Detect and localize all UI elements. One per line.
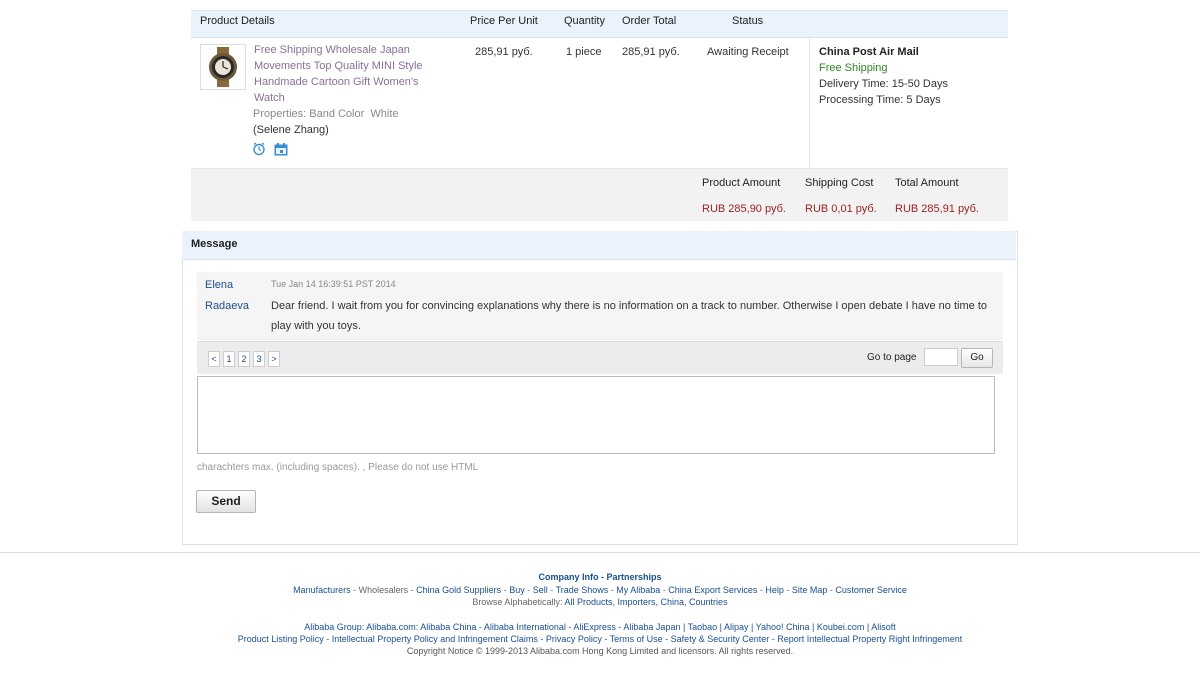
quantity-value: 1 piece: [566, 46, 602, 58]
message-header: Message: [182, 231, 1016, 260]
footer-link-customer-service[interactable]: Customer Service: [835, 585, 907, 595]
product-amount-value: RUB 285,90 руб.: [702, 203, 786, 215]
free-shipping-label: Free Shipping: [819, 62, 888, 74]
footer-link-my-alibaba[interactable]: My Alibaba: [616, 585, 660, 595]
footer-link-export-services[interactable]: China Export Services: [668, 585, 757, 595]
separator: -: [350, 585, 359, 595]
shipping-cost-value: RUB 0,01 руб.: [805, 203, 877, 215]
product-title-link[interactable]: Free Shipping Wholesale Japan Movements …: [254, 42, 434, 106]
footer-link-trade-shows[interactable]: Trade Shows: [556, 585, 609, 595]
go-button[interactable]: Go: [961, 348, 993, 368]
order-status: Awaiting Receipt: [707, 46, 789, 58]
message-textarea[interactable]: [197, 376, 995, 454]
column-divider: [809, 38, 810, 168]
calendar-icon[interactable]: [274, 143, 288, 159]
message-author-first[interactable]: Elena: [205, 277, 233, 293]
header-status: Status: [732, 15, 764, 27]
message-title: Message: [191, 238, 238, 250]
separator: -: [408, 585, 417, 595]
footer-link-wholesalers[interactable]: Wholesalers: [359, 585, 409, 595]
message-timestamp: Tue Jan 14 16:39:51 PST 2014: [271, 279, 396, 289]
total-amount-label: Total Amount: [895, 177, 959, 189]
goto-page-input[interactable]: [924, 348, 958, 366]
header-quantity: Quantity: [564, 15, 605, 27]
goto-page-label: Go to page: [867, 352, 917, 363]
footer-copyright: Copyright Notice © 1999-2013 Alibaba.com…: [406, 646, 794, 656]
footer-link-site-map[interactable]: Site Map: [792, 585, 828, 595]
processing-time: Processing Time: 5 Days: [819, 94, 941, 106]
footer-link-sell[interactable]: Sell: [533, 585, 548, 595]
browse-label: Browse Alphabetically:: [472, 597, 563, 607]
footer-nav-links: Manufacturers - Wholesalers - China Gold…: [0, 584, 1200, 596]
properties-label: Properties: Band Color: [253, 108, 365, 120]
total-amount-value: RUB 285,91 руб.: [895, 203, 979, 215]
separator: -: [783, 585, 792, 595]
header-product-details: Product Details: [200, 15, 275, 27]
pager-bar: < 1 2 3 > Go to page: [197, 341, 1003, 374]
shipping-method: China Post Air Mail: [819, 46, 919, 58]
footer-browse: Browse Alphabetically: All Products, Imp…: [0, 596, 1200, 608]
order-table-header: Product Details Price Per Unit Quantity …: [191, 11, 1008, 38]
footer-link-buy[interactable]: Buy: [509, 585, 525, 595]
pager-page-3[interactable]: 3: [253, 351, 265, 367]
properties-value: White: [370, 108, 399, 120]
header-order-total: Order Total: [622, 15, 677, 27]
pager-next-button[interactable]: >: [268, 351, 280, 367]
delivery-time: Delivery Time: 15-50 Days: [819, 78, 948, 90]
pager-page-1[interactable]: 1: [223, 351, 235, 367]
order-total-value: 285,91 руб.: [622, 46, 680, 58]
footer-policy-links[interactable]: Product Listing Policy - Intellectual Pr…: [0, 633, 1200, 645]
send-button[interactable]: Send: [196, 490, 256, 513]
product-amount-label: Product Amount: [702, 177, 781, 189]
shipping-cost-label: Shipping Cost: [805, 177, 874, 189]
product-properties: Properties: Band Color White: [253, 106, 399, 122]
top-divider: [191, 0, 1008, 11]
message-hint: charachters max. (including spaces). , P…: [197, 462, 479, 473]
separator: -: [547, 585, 556, 595]
pager-page-2[interactable]: 2: [238, 351, 250, 367]
footer-alibaba-group[interactable]: Alibaba Group: Alibaba.com: Alibaba Chin…: [0, 621, 1200, 633]
watch-icon: [209, 47, 237, 87]
alarm-clock-icon[interactable]: [252, 142, 266, 159]
message-text: Dear friend. I wait from you for convinc…: [271, 300, 987, 332]
price-per-unit: 285,91 руб.: [475, 46, 533, 58]
footer-company-links[interactable]: Company Info - Partnerships: [538, 572, 661, 582]
header-price-per-unit: Price Per Unit: [470, 15, 538, 27]
product-thumbnail[interactable]: [200, 44, 246, 90]
footer-link-help[interactable]: Help: [765, 585, 784, 595]
separator: -: [524, 585, 533, 595]
separator: -: [501, 585, 510, 595]
footer-link-gold-suppliers[interactable]: China Gold Suppliers: [416, 585, 501, 595]
footer-divider: [0, 552, 1200, 553]
message-author-last[interactable]: Radaeva: [205, 298, 249, 314]
seller-name: (Selene Zhang): [253, 124, 329, 136]
footer-link-manufacturers[interactable]: Manufacturers: [293, 585, 351, 595]
pager-prev-button[interactable]: <: [208, 351, 220, 367]
order-summary: [191, 169, 1008, 221]
browse-links[interactable]: All Products, Importers, China, Countrie…: [565, 597, 728, 607]
